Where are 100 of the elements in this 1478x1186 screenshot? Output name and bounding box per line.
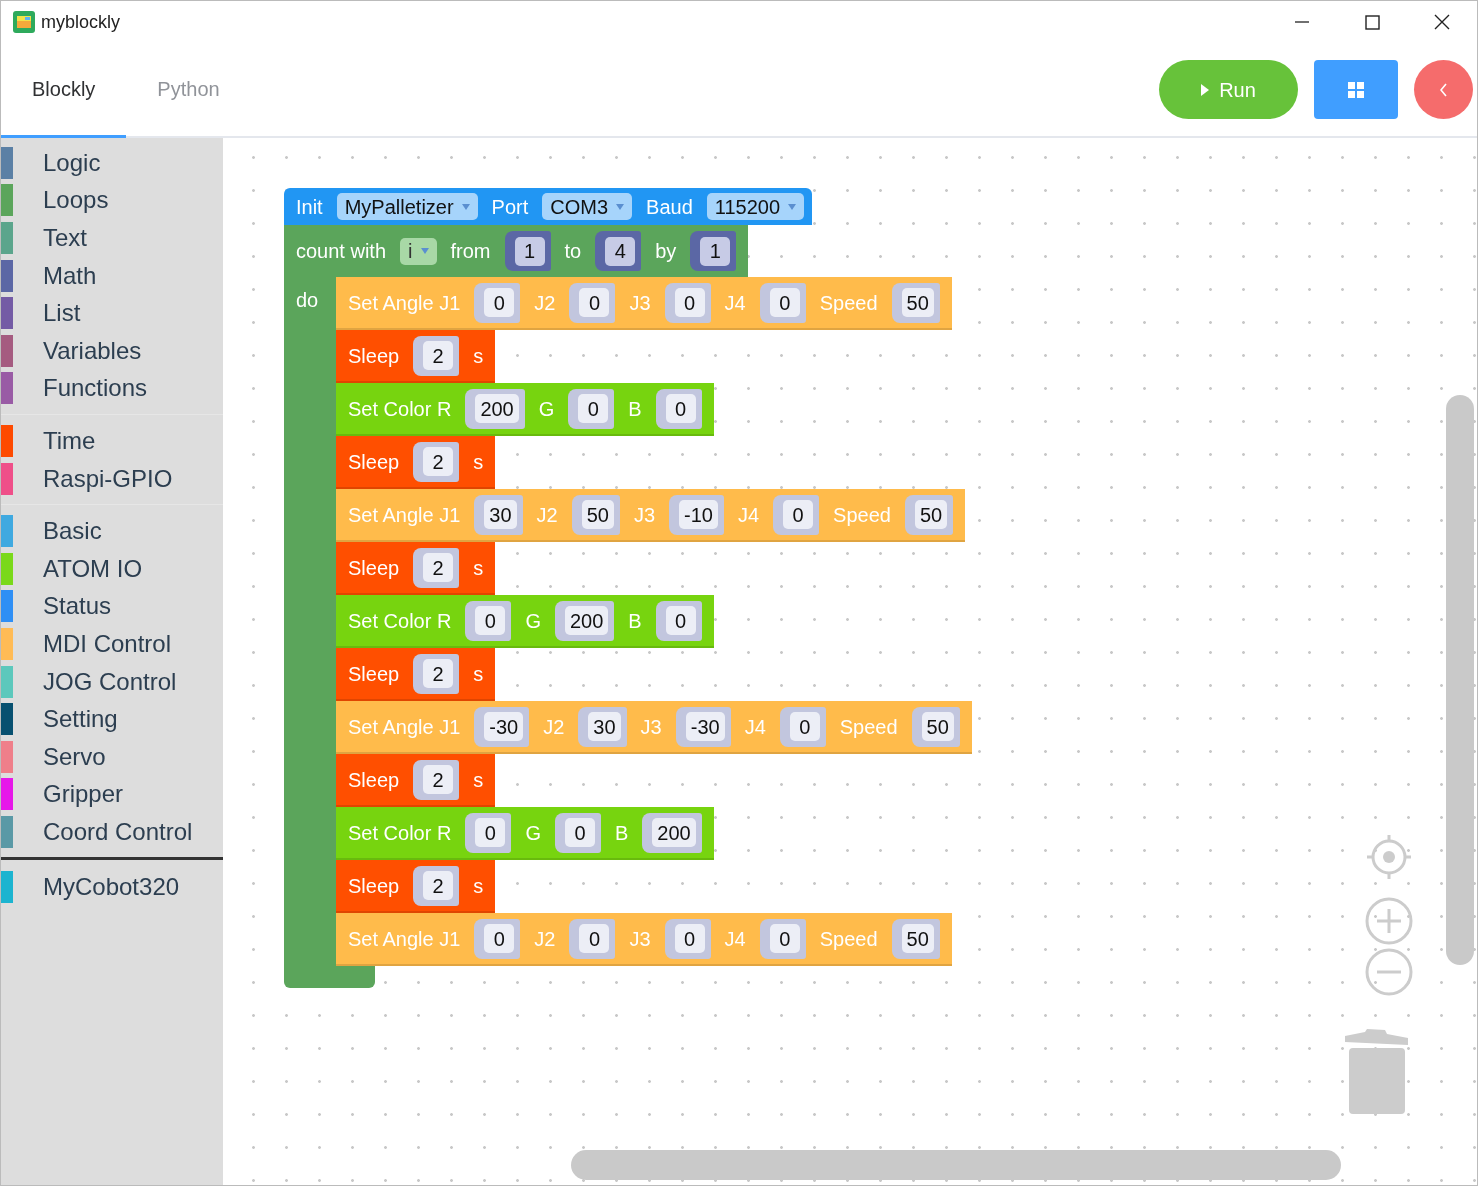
category-item[interactable]: Coord Control bbox=[1, 813, 223, 851]
category-item[interactable]: Raspi-GPIO bbox=[1, 459, 223, 498]
recenter-icon[interactable] bbox=[1365, 833, 1413, 881]
caret-icon bbox=[788, 203, 797, 210]
dropdown-field[interactable]: i bbox=[400, 237, 437, 265]
block-label: J2 bbox=[534, 926, 556, 952]
category-item[interactable]: Logic bbox=[1, 144, 223, 182]
play-icon bbox=[1201, 83, 1210, 96]
category-item[interactable]: MDI Control bbox=[1, 625, 223, 663]
category-item[interactable]: List bbox=[1, 294, 223, 332]
dropdown-field[interactable]: 115200 bbox=[706, 193, 805, 220]
code-block[interactable]: Sleep 2 s bbox=[336, 542, 496, 595]
block-label: G bbox=[538, 396, 555, 422]
code-block[interactable]: Set Color R 200 G 0 B 0 bbox=[336, 383, 714, 436]
number-field[interactable]: 50 bbox=[581, 500, 614, 529]
horizontal-scrollbar[interactable] bbox=[571, 1150, 1341, 1180]
code-block[interactable]: count with i from 1 to 4 by 1 bbox=[284, 225, 749, 277]
number-field[interactable]: 200 bbox=[475, 394, 519, 423]
block-label: Speed bbox=[833, 502, 891, 528]
category-item[interactable]: Time bbox=[1, 422, 223, 460]
number-field[interactable]: 1 bbox=[514, 236, 545, 266]
number-field[interactable]: 0 bbox=[769, 924, 800, 953]
number-field[interactable]: -30 bbox=[484, 712, 524, 741]
code-block[interactable]: Set Angle J1 -30 J2 30 J3 -30 J4 0 Speed 50 bbox=[336, 701, 972, 754]
category-item[interactable]: Servo bbox=[1, 737, 223, 776]
code-block[interactable]: Sleep 2 s bbox=[336, 754, 496, 807]
number-field[interactable]: 2 bbox=[423, 871, 454, 900]
number-field[interactable]: 0 bbox=[578, 394, 609, 423]
category-item[interactable]: Setting bbox=[1, 700, 223, 738]
number-field[interactable]: 0 bbox=[475, 606, 506, 635]
block-label: G bbox=[525, 608, 541, 634]
code-block[interactable]: Sleep 2 s bbox=[336, 436, 496, 489]
grid-button[interactable] bbox=[1314, 60, 1398, 119]
number-field[interactable]: 0 bbox=[674, 924, 705, 953]
block-label: J4 bbox=[744, 714, 766, 740]
number-field[interactable]: 0 bbox=[665, 394, 696, 423]
number-field[interactable]: 30 bbox=[484, 500, 517, 529]
category-item[interactable]: Math bbox=[1, 256, 223, 295]
close-icon bbox=[1434, 14, 1450, 30]
vertical-scrollbar[interactable] bbox=[1446, 395, 1474, 965]
number-field[interactable]: 50 bbox=[901, 924, 934, 953]
category-item[interactable]: Functions bbox=[1, 369, 223, 408]
code-block[interactable]: Init MyPalletizer Port COM3 Baud 115200 bbox=[284, 188, 813, 225]
number-field[interactable]: 2 bbox=[423, 765, 454, 794]
chevron-left-icon bbox=[1439, 82, 1448, 97]
code-block[interactable]: Set Angle J1 30 J2 50 J3 -10 J4 0 Speed 50 bbox=[336, 489, 966, 542]
number-field[interactable]: 2 bbox=[423, 447, 454, 476]
code-block[interactable]: Sleep 2 s bbox=[336, 860, 496, 913]
number-field[interactable]: 2 bbox=[423, 659, 454, 688]
category-item[interactable]: Status bbox=[1, 587, 223, 626]
number-field[interactable]: 50 bbox=[914, 500, 948, 529]
code-block[interactable]: Set Angle J1 0 J2 0 J3 0 J4 0 Speed 50 bbox=[336, 913, 952, 966]
number-field[interactable]: -30 bbox=[685, 712, 725, 741]
number-field[interactable]: 0 bbox=[579, 924, 610, 953]
block-label: count with bbox=[296, 239, 387, 264]
category-item[interactable]: Text bbox=[1, 219, 223, 257]
category-item[interactable]: Basic bbox=[1, 512, 223, 550]
category-item[interactable]: Gripper bbox=[1, 775, 223, 814]
number-field[interactable]: 2 bbox=[423, 341, 454, 370]
category-item[interactable]: Variables bbox=[1, 331, 223, 370]
number-field[interactable]: 30 bbox=[588, 712, 621, 741]
number-field[interactable]: 0 bbox=[783, 500, 814, 529]
number-field[interactable]: 200 bbox=[652, 818, 696, 847]
number-field[interactable]: -10 bbox=[679, 500, 718, 529]
category-item[interactable]: ATOM IO bbox=[1, 549, 223, 588]
number-field[interactable]: 0 bbox=[674, 288, 705, 317]
zoom-in-icon[interactable] bbox=[1365, 897, 1413, 945]
number-field[interactable]: 4 bbox=[605, 236, 636, 266]
block-label: J2 bbox=[536, 502, 558, 528]
number-field[interactable]: 0 bbox=[484, 924, 515, 953]
minimize-icon bbox=[1295, 21, 1309, 23]
number-field[interactable]: 0 bbox=[665, 606, 696, 635]
block-label: Set Angle J1 bbox=[348, 926, 461, 952]
number-field[interactable]: 0 bbox=[484, 288, 515, 317]
code-block[interactable]: Sleep 2 s bbox=[336, 648, 496, 701]
block-label: J3 bbox=[629, 926, 651, 952]
dropdown-field[interactable]: COM3 bbox=[542, 193, 633, 220]
number-field[interactable]: 1 bbox=[700, 236, 731, 266]
number-field[interactable]: 0 bbox=[579, 288, 610, 317]
dropdown-field[interactable]: MyPalletizer bbox=[336, 193, 478, 220]
number-field[interactable]: 0 bbox=[769, 288, 800, 317]
code-block[interactable]: Set Color R 0 G 0 B 200 bbox=[336, 807, 714, 860]
number-field[interactable]: 0 bbox=[564, 818, 595, 847]
block-label: by bbox=[655, 239, 677, 264]
number-field[interactable]: 50 bbox=[901, 288, 934, 317]
category-item[interactable]: Loops bbox=[1, 181, 223, 220]
number-field[interactable]: 0 bbox=[789, 712, 820, 741]
number-field[interactable]: 50 bbox=[921, 712, 954, 741]
category-item[interactable]: MyCobot320 bbox=[1, 868, 223, 907]
category-item[interactable]: JOG Control bbox=[1, 662, 223, 701]
trash-icon[interactable] bbox=[1345, 1028, 1411, 1116]
number-field[interactable]: 0 bbox=[475, 818, 506, 847]
maximize-icon bbox=[1364, 14, 1380, 30]
code-block[interactable]: Set Color R 0 G 200 B 0 bbox=[336, 595, 714, 648]
block-label: J3 bbox=[640, 714, 662, 740]
number-field[interactable]: 200 bbox=[564, 606, 609, 635]
number-field[interactable]: 2 bbox=[423, 553, 454, 582]
zoom-out-icon[interactable] bbox=[1365, 948, 1413, 996]
code-block[interactable]: Set Angle J1 0 J2 0 J3 0 J4 0 Speed 50 bbox=[336, 277, 952, 330]
code-block[interactable]: Sleep 2 s bbox=[336, 330, 496, 383]
